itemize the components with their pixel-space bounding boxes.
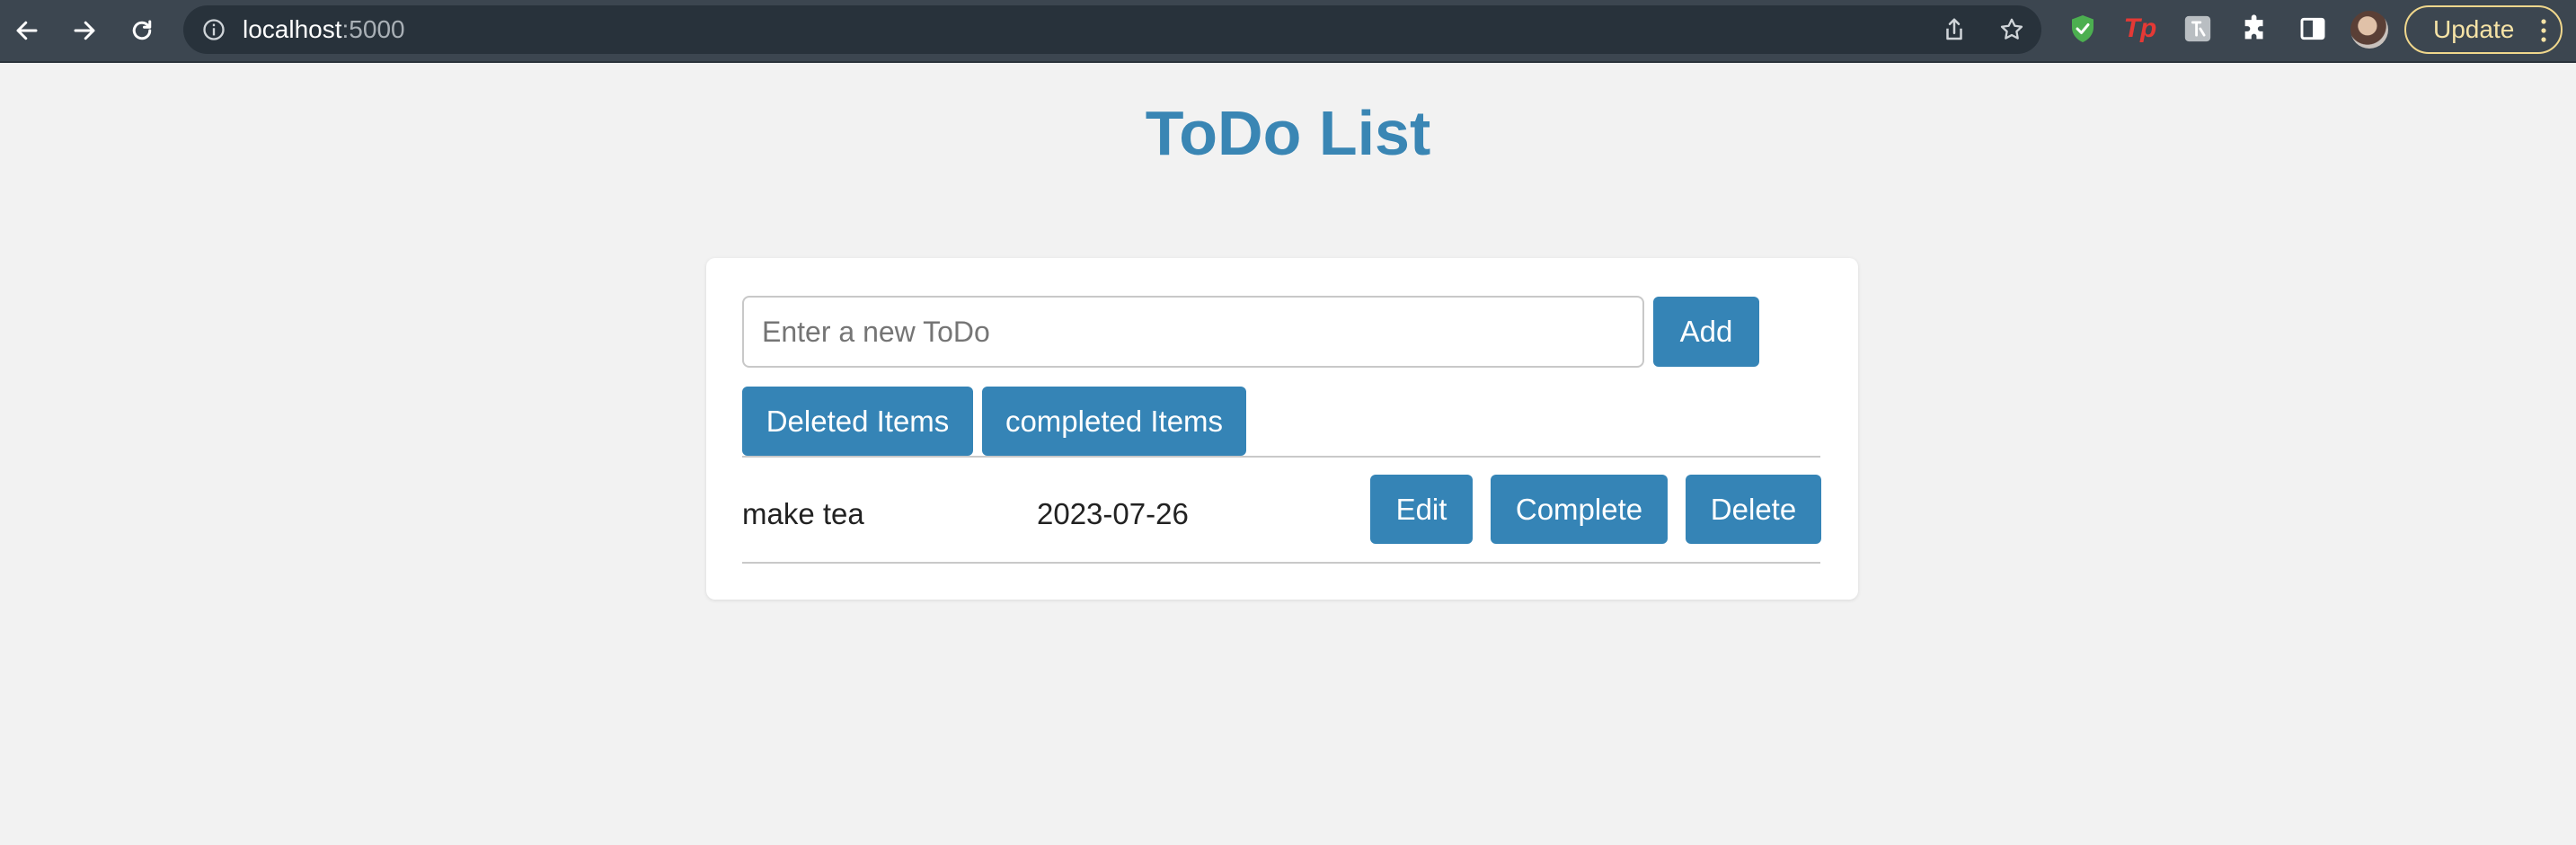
todo-text: make tea <box>742 497 864 530</box>
url-port: :5000 <box>341 15 405 43</box>
url-host: localhost <box>243 15 342 43</box>
edit-button[interactable]: Edit <box>1370 475 1473 544</box>
completed-items-button[interactable]: completed Items <box>982 387 1246 456</box>
info-icon[interactable] <box>201 17 226 42</box>
shield-extension-icon[interactable] <box>2067 13 2099 45</box>
translate-extension-icon[interactable] <box>2182 13 2214 45</box>
todo-card: Add Deleted Items completed Items make t… <box>706 258 1858 600</box>
reload-button[interactable] <box>122 11 162 50</box>
back-button[interactable] <box>7 11 47 50</box>
deleted-items-button[interactable]: Deleted Items <box>742 387 973 456</box>
url-text[interactable]: localhost:5000 <box>243 5 405 54</box>
forward-button[interactable] <box>65 11 104 50</box>
avatar[interactable] <box>2350 11 2388 49</box>
todo-date: 2023-07-26 <box>1037 497 1189 530</box>
delete-button[interactable]: Delete <box>1686 475 1821 544</box>
update-label: Update <box>2433 15 2515 43</box>
sidebar-icon[interactable] <box>2297 13 2329 45</box>
divider <box>742 562 1820 564</box>
add-button[interactable]: Add <box>1653 297 1759 367</box>
update-button[interactable]: Update <box>2404 5 2563 54</box>
tp-extension-icon[interactable]: Tp <box>2123 13 2157 45</box>
tp-extension-label: Tp <box>2123 13 2157 43</box>
address-bar[interactable]: localhost:5000 <box>183 5 2041 54</box>
new-todo-input[interactable] <box>742 296 1644 368</box>
browser-toolbar: localhost:5000 Tp Update <box>0 0 2576 63</box>
complete-button[interactable]: Complete <box>1491 475 1668 544</box>
divider <box>742 456 1820 458</box>
bookmark-star-icon[interactable] <box>1998 16 2025 43</box>
kebab-menu-icon[interactable] <box>2539 18 2548 43</box>
reload-icon <box>132 20 152 40</box>
back-icon <box>16 21 38 40</box>
puzzle-extensions-icon[interactable] <box>2239 13 2271 45</box>
share-icon[interactable] <box>1941 16 1968 43</box>
forward-icon <box>74 21 95 40</box>
page-title: ToDo List <box>1145 98 1431 168</box>
